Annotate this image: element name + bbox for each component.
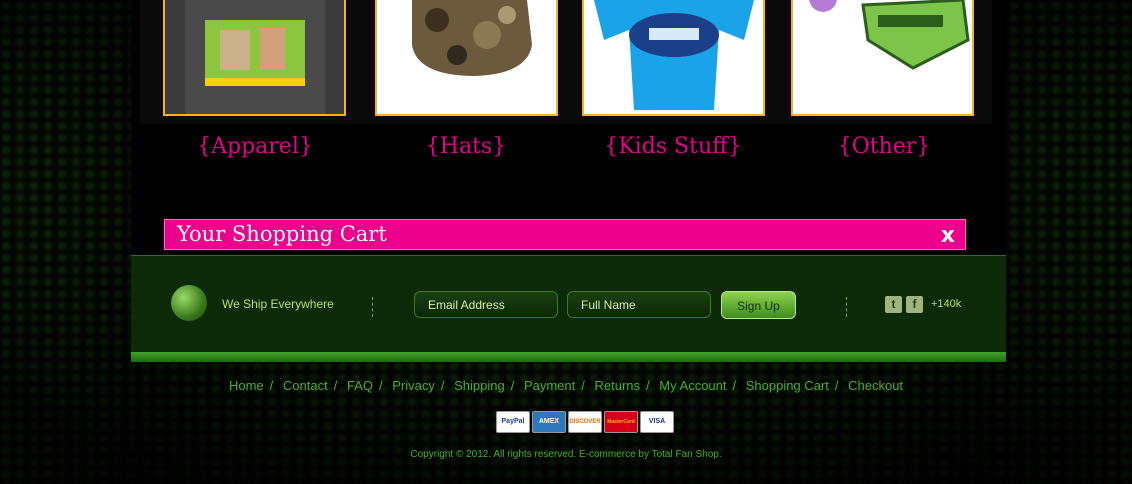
globe-icon <box>171 285 207 321</box>
kids-stuff-thumbnail[interactable] <box>582 0 765 116</box>
nav-my-account-link[interactable]: My Account <box>659 378 726 393</box>
paypal-logo: PayPal <box>496 411 530 433</box>
nav-faq-link[interactable]: FAQ <box>347 378 373 393</box>
kids-shirt-image <box>584 0 763 114</box>
hats-thumbnail[interactable] <box>375 0 558 116</box>
category-hats-link[interactable]: {Hats} <box>366 134 566 159</box>
mastercard-logo: MasterCard <box>604 411 638 433</box>
facebook-icon[interactable]: f <box>906 296 923 313</box>
nav-home-link[interactable]: Home <box>229 378 264 393</box>
divider <box>846 297 847 317</box>
copyright-text: Copyright © 2012. All rights reserved. E… <box>410 449 722 460</box>
apparel-thumbnail[interactable] <box>163 0 346 116</box>
visa-logo: VISA <box>640 411 674 433</box>
full-name-field[interactable]: Full Name <box>567 291 711 318</box>
tshirt-image <box>165 0 344 114</box>
close-icon[interactable]: x <box>941 223 955 248</box>
other-thumbnail[interactable] <box>791 0 974 116</box>
camo-hat-image <box>377 0 556 114</box>
category-apparel-link[interactable]: {Apparel} <box>155 134 355 159</box>
nav-returns-link[interactable]: Returns <box>595 378 641 393</box>
amex-logo: AMEX <box>532 411 566 433</box>
footer-nav: Home / Contact / FAQ / Privacy / Shipping / P… <box>228 378 904 393</box>
shopping-cart-bar[interactable]: Your Shopping Cart x <box>164 219 966 250</box>
nav-contact-link[interactable]: Contact <box>283 378 328 393</box>
nav-payment-link[interactable]: Payment <box>524 378 575 393</box>
nav-privacy-link[interactable]: Privacy <box>392 378 435 393</box>
divider <box>372 297 373 317</box>
twitter-icon[interactable]: t <box>885 296 902 313</box>
newsletter-panel: We Ship Everywhere Email Address Full Na… <box>131 255 1006 362</box>
follower-count: +140k <box>931 298 962 310</box>
sticker-image <box>793 0 972 114</box>
nav-checkout-link[interactable]: Checkout <box>848 378 903 393</box>
category-other-link[interactable]: {Other} <box>784 134 984 159</box>
discover-logo: DISCOVER <box>568 411 602 433</box>
sign-up-button[interactable]: Sign Up <box>721 291 796 319</box>
nav-shopping-cart-link[interactable]: Shopping Cart <box>746 378 829 393</box>
nav-shipping-link[interactable]: Shipping <box>454 378 505 393</box>
email-field[interactable]: Email Address <box>414 291 558 318</box>
cart-title: Your Shopping Cart <box>177 222 387 246</box>
category-kids-stuff-link[interactable]: {Kids Stuff} <box>573 134 773 159</box>
shipping-note: We Ship Everywhere <box>222 297 334 311</box>
